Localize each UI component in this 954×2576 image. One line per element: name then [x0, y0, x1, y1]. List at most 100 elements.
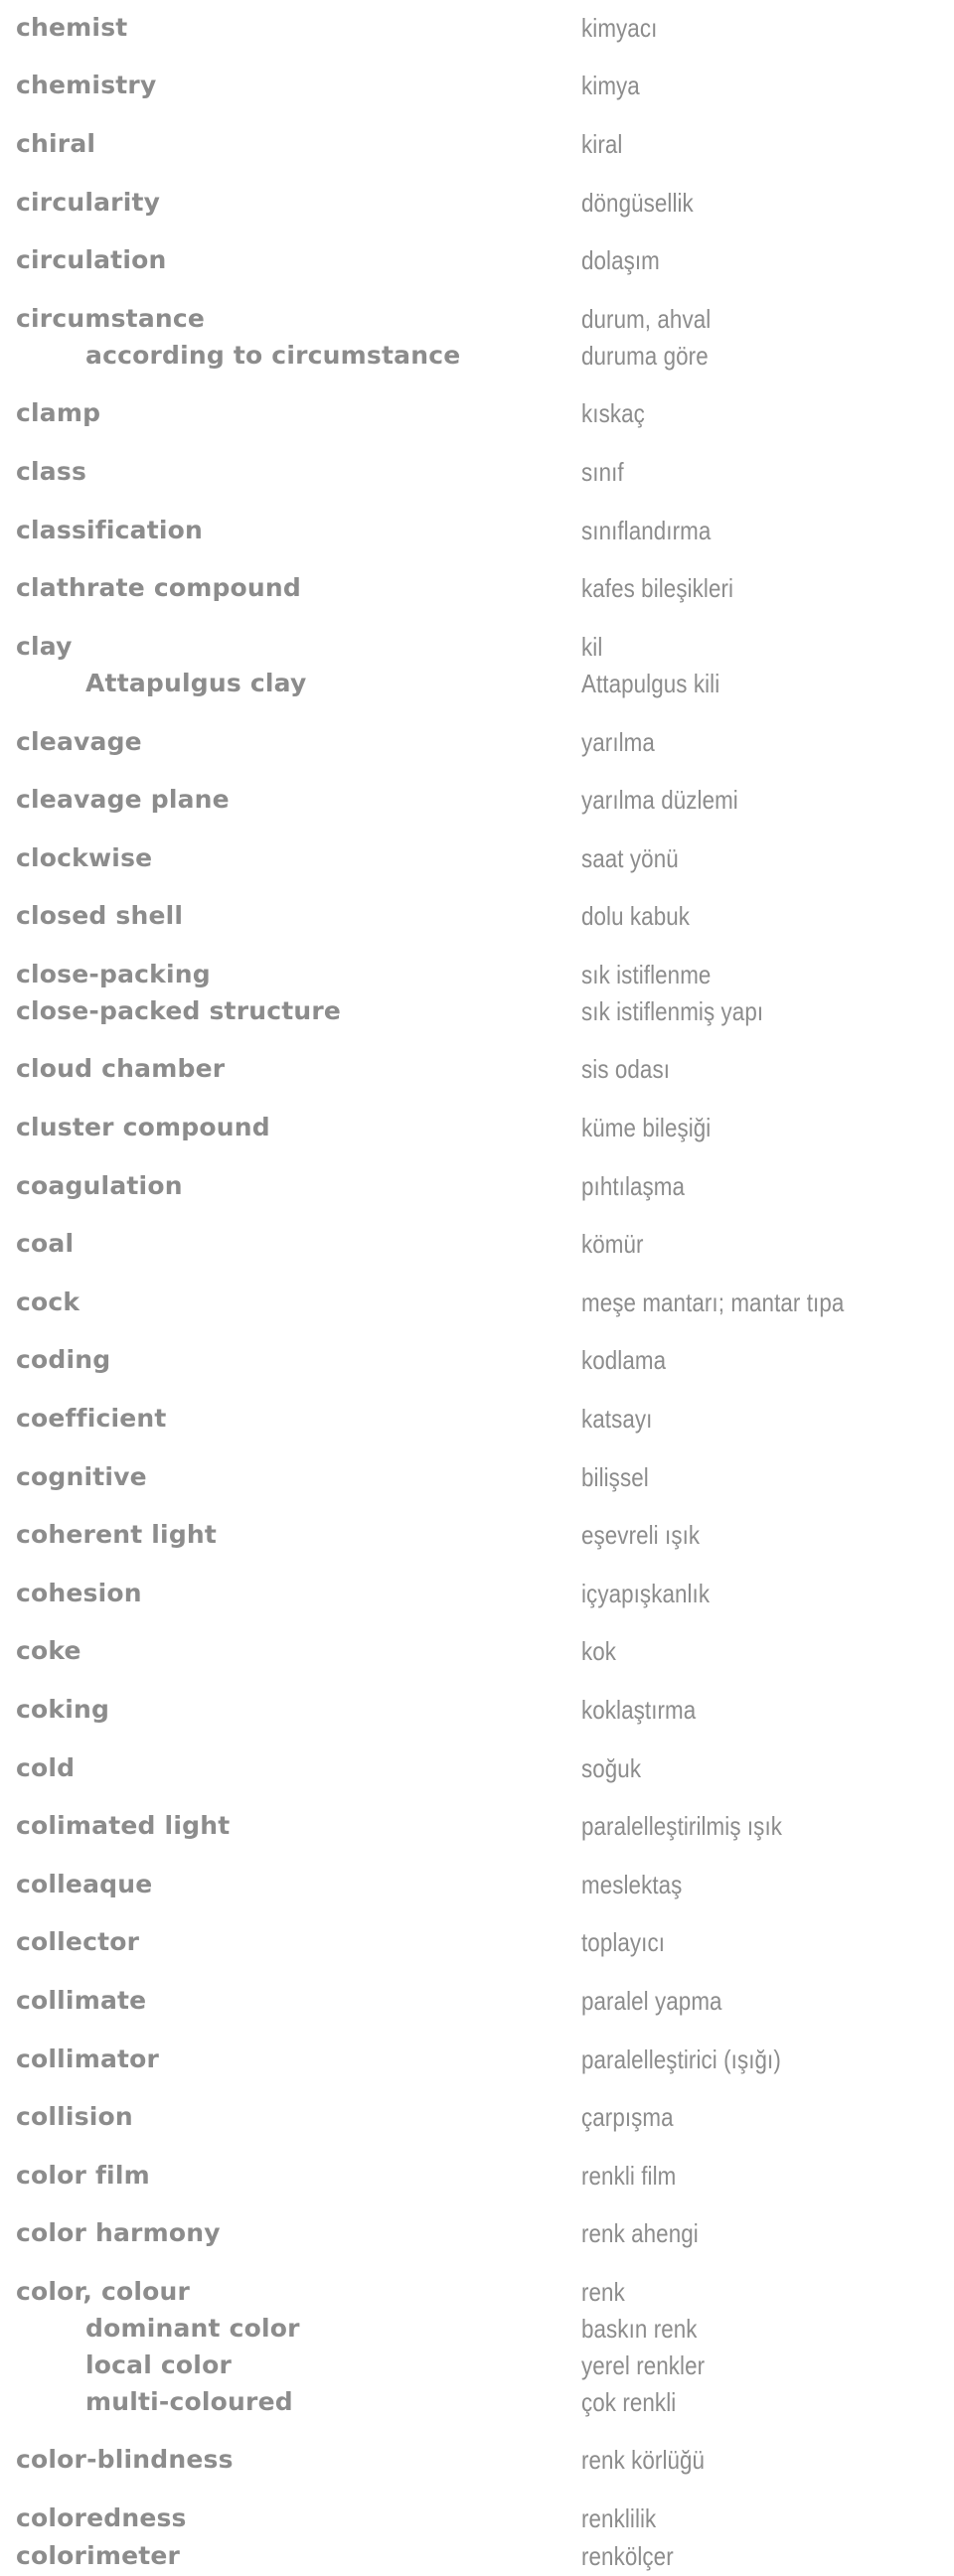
- entry-translation: sınıf: [581, 457, 624, 487]
- sub-entry-translation: Attapulgus kili: [581, 669, 720, 698]
- glossary-entry: circumstance durum, ahval: [0, 299, 954, 339]
- glossary-entry: Attapulgus clay Attapulgus kili: [0, 664, 954, 703]
- entry-term: circumstance: [16, 304, 206, 333]
- entry-term: coefficient: [16, 1404, 167, 1433]
- entry-translation: paralelleştirilmiş ışık: [581, 1811, 783, 1841]
- entry-term: coal: [16, 1229, 75, 1258]
- sub-entry-term: dominant color: [85, 2314, 300, 2343]
- glossary-entry: cohesion içyapışkanlık: [0, 1574, 954, 1613]
- entry-translation: koklaştırma: [581, 1695, 697, 1725]
- entry-term: coding: [16, 1345, 111, 1374]
- entry-translation: kafes bileşikleri: [581, 573, 734, 603]
- entry-term: color harmony: [16, 2218, 221, 2247]
- entry-translation: bilişsel: [581, 1462, 649, 1492]
- entry-term: coloredness: [16, 2503, 187, 2532]
- glossary-entry: collimator paralelleştirici (ışığı): [0, 2040, 954, 2079]
- glossary-entry: clay kil: [0, 627, 954, 667]
- entry-translation: sık istiflenme: [581, 960, 712, 989]
- sub-entry-term: multi-coloured: [85, 2387, 293, 2416]
- sub-entry-translation: çok renkli: [581, 2387, 677, 2417]
- glossary-entry: multi-coloured çok renkli: [0, 2382, 954, 2422]
- entry-translation: kodlama: [581, 1345, 667, 1375]
- entry-translation: yarılma düzlemi: [581, 785, 738, 815]
- entry-translation: kıskaç: [581, 398, 645, 428]
- glossary-entry: chemistry kimya: [0, 66, 954, 105]
- entry-term: coke: [16, 1636, 81, 1665]
- entry-translation: renkölçer: [581, 2541, 674, 2571]
- entry-translation: durum, ahval: [581, 304, 712, 334]
- glossary-entry: coloredness renklilik: [0, 2499, 954, 2538]
- entry-term: collision: [16, 2102, 133, 2131]
- glossary-entry: dominant color baskın renk: [0, 2309, 954, 2349]
- entry-translation: kimyacı: [581, 13, 658, 43]
- sub-entry-translation: duruma göre: [581, 341, 709, 371]
- entry-term: cock: [16, 1288, 80, 1316]
- entry-term: coking: [16, 1695, 110, 1724]
- glossary-entry: colorimeter renkölçer: [0, 2536, 954, 2576]
- entry-term: collimate: [16, 1986, 147, 2015]
- glossary-entry: class sınıf: [0, 452, 954, 492]
- glossary-entry: cognitive bilişsel: [0, 1457, 954, 1497]
- glossary-entry: chiral kiral: [0, 124, 954, 164]
- entry-term: coherent light: [16, 1520, 218, 1549]
- entry-term: color, colour: [16, 2277, 191, 2306]
- entry-translation: renk körlüğü: [581, 2445, 706, 2475]
- glossary-entry: circulation dolaşım: [0, 240, 954, 280]
- glossary-entry: colimated light paralelleştirilmiş ışık: [0, 1806, 954, 1846]
- glossary-entry: coking koklaştırma: [0, 1690, 954, 1730]
- glossary-entry: coal kömür: [0, 1224, 954, 1264]
- glossary-entry: cold soğuk: [0, 1748, 954, 1788]
- entry-translation: katsayı: [581, 1404, 653, 1434]
- entry-term: colimated light: [16, 1811, 231, 1840]
- entry-term: circulation: [16, 245, 167, 274]
- entry-translation: içyapışkanlık: [581, 1579, 711, 1608]
- entry-term: cluster compound: [16, 1113, 270, 1141]
- glossary-entry: cock meşe mantarı; mantar tıpa: [0, 1283, 954, 1322]
- sub-entry-term: according to circumstance: [85, 341, 461, 370]
- entry-term: clay: [16, 632, 73, 661]
- glossary-entry: cleavage plane yarılma düzlemi: [0, 780, 954, 820]
- glossary-entry: clamp kıskaç: [0, 393, 954, 433]
- glossary-entry: coke kok: [0, 1631, 954, 1671]
- entry-translation: kimya: [581, 71, 640, 100]
- entry-term: class: [16, 457, 87, 486]
- glossary-entry: close-packed structure sık istiflenmiş ya…: [0, 991, 954, 1031]
- glossary-entry: according to circumstance duruma göre: [0, 336, 954, 376]
- entry-translation: renklilik: [581, 2503, 657, 2533]
- glossary-entry: closed shell dolu kabuk: [0, 896, 954, 936]
- entry-translation: sınıflandırma: [581, 516, 712, 545]
- glossary-entry: collimate paralel yapma: [0, 1981, 954, 2021]
- entry-term: circularity: [16, 188, 161, 217]
- entry-term: chemist: [16, 13, 128, 42]
- entry-translation: eşevreli ışık: [581, 1520, 701, 1550]
- glossary-entry: cluster compound küme bileşiği: [0, 1108, 954, 1147]
- entry-term: cleavage plane: [16, 785, 230, 814]
- glossary-entry: color harmony renk ahengi: [0, 2213, 954, 2253]
- entry-term: coagulation: [16, 1171, 183, 1200]
- entry-term: chemistry: [16, 71, 157, 99]
- glossary-entry: local color yerel renkler: [0, 2346, 954, 2385]
- entry-term: close-packing: [16, 960, 211, 988]
- glossary-entry: chemist kimyacı: [0, 8, 954, 48]
- glossary-entry: close-packing sık istiflenme: [0, 955, 954, 994]
- sub-entry-translation: baskın renk: [581, 2314, 698, 2344]
- entry-term: cleavage: [16, 727, 142, 756]
- entry-translation: kiral: [581, 129, 623, 159]
- glossary-entry: colleaque meslektaş: [0, 1865, 954, 1904]
- entry-term: cloud chamber: [16, 1054, 226, 1083]
- entry-translation: renk: [581, 2277, 625, 2307]
- entry-translation: yarılma: [581, 727, 655, 757]
- entry-term: cohesion: [16, 1579, 142, 1607]
- entry-term: clamp: [16, 398, 101, 427]
- entry-term: close-packed structure: [16, 996, 342, 1025]
- entry-translation: sık istiflenmiş yapı: [581, 996, 764, 1026]
- entry-translation: meslektaş: [581, 1870, 683, 1899]
- entry-term: colleaque: [16, 1870, 153, 1898]
- entry-translation: sis odası: [581, 1054, 671, 1084]
- entry-translation: paralel yapma: [581, 1986, 722, 2016]
- glossary-entry: clathrate compound kafes bileşikleri: [0, 568, 954, 608]
- entry-term: color film: [16, 2161, 150, 2190]
- glossary-entry: collector toplayıcı: [0, 1922, 954, 1962]
- glossary-entry: color-blindness renk körlüğü: [0, 2440, 954, 2480]
- entry-term: closed shell: [16, 901, 184, 930]
